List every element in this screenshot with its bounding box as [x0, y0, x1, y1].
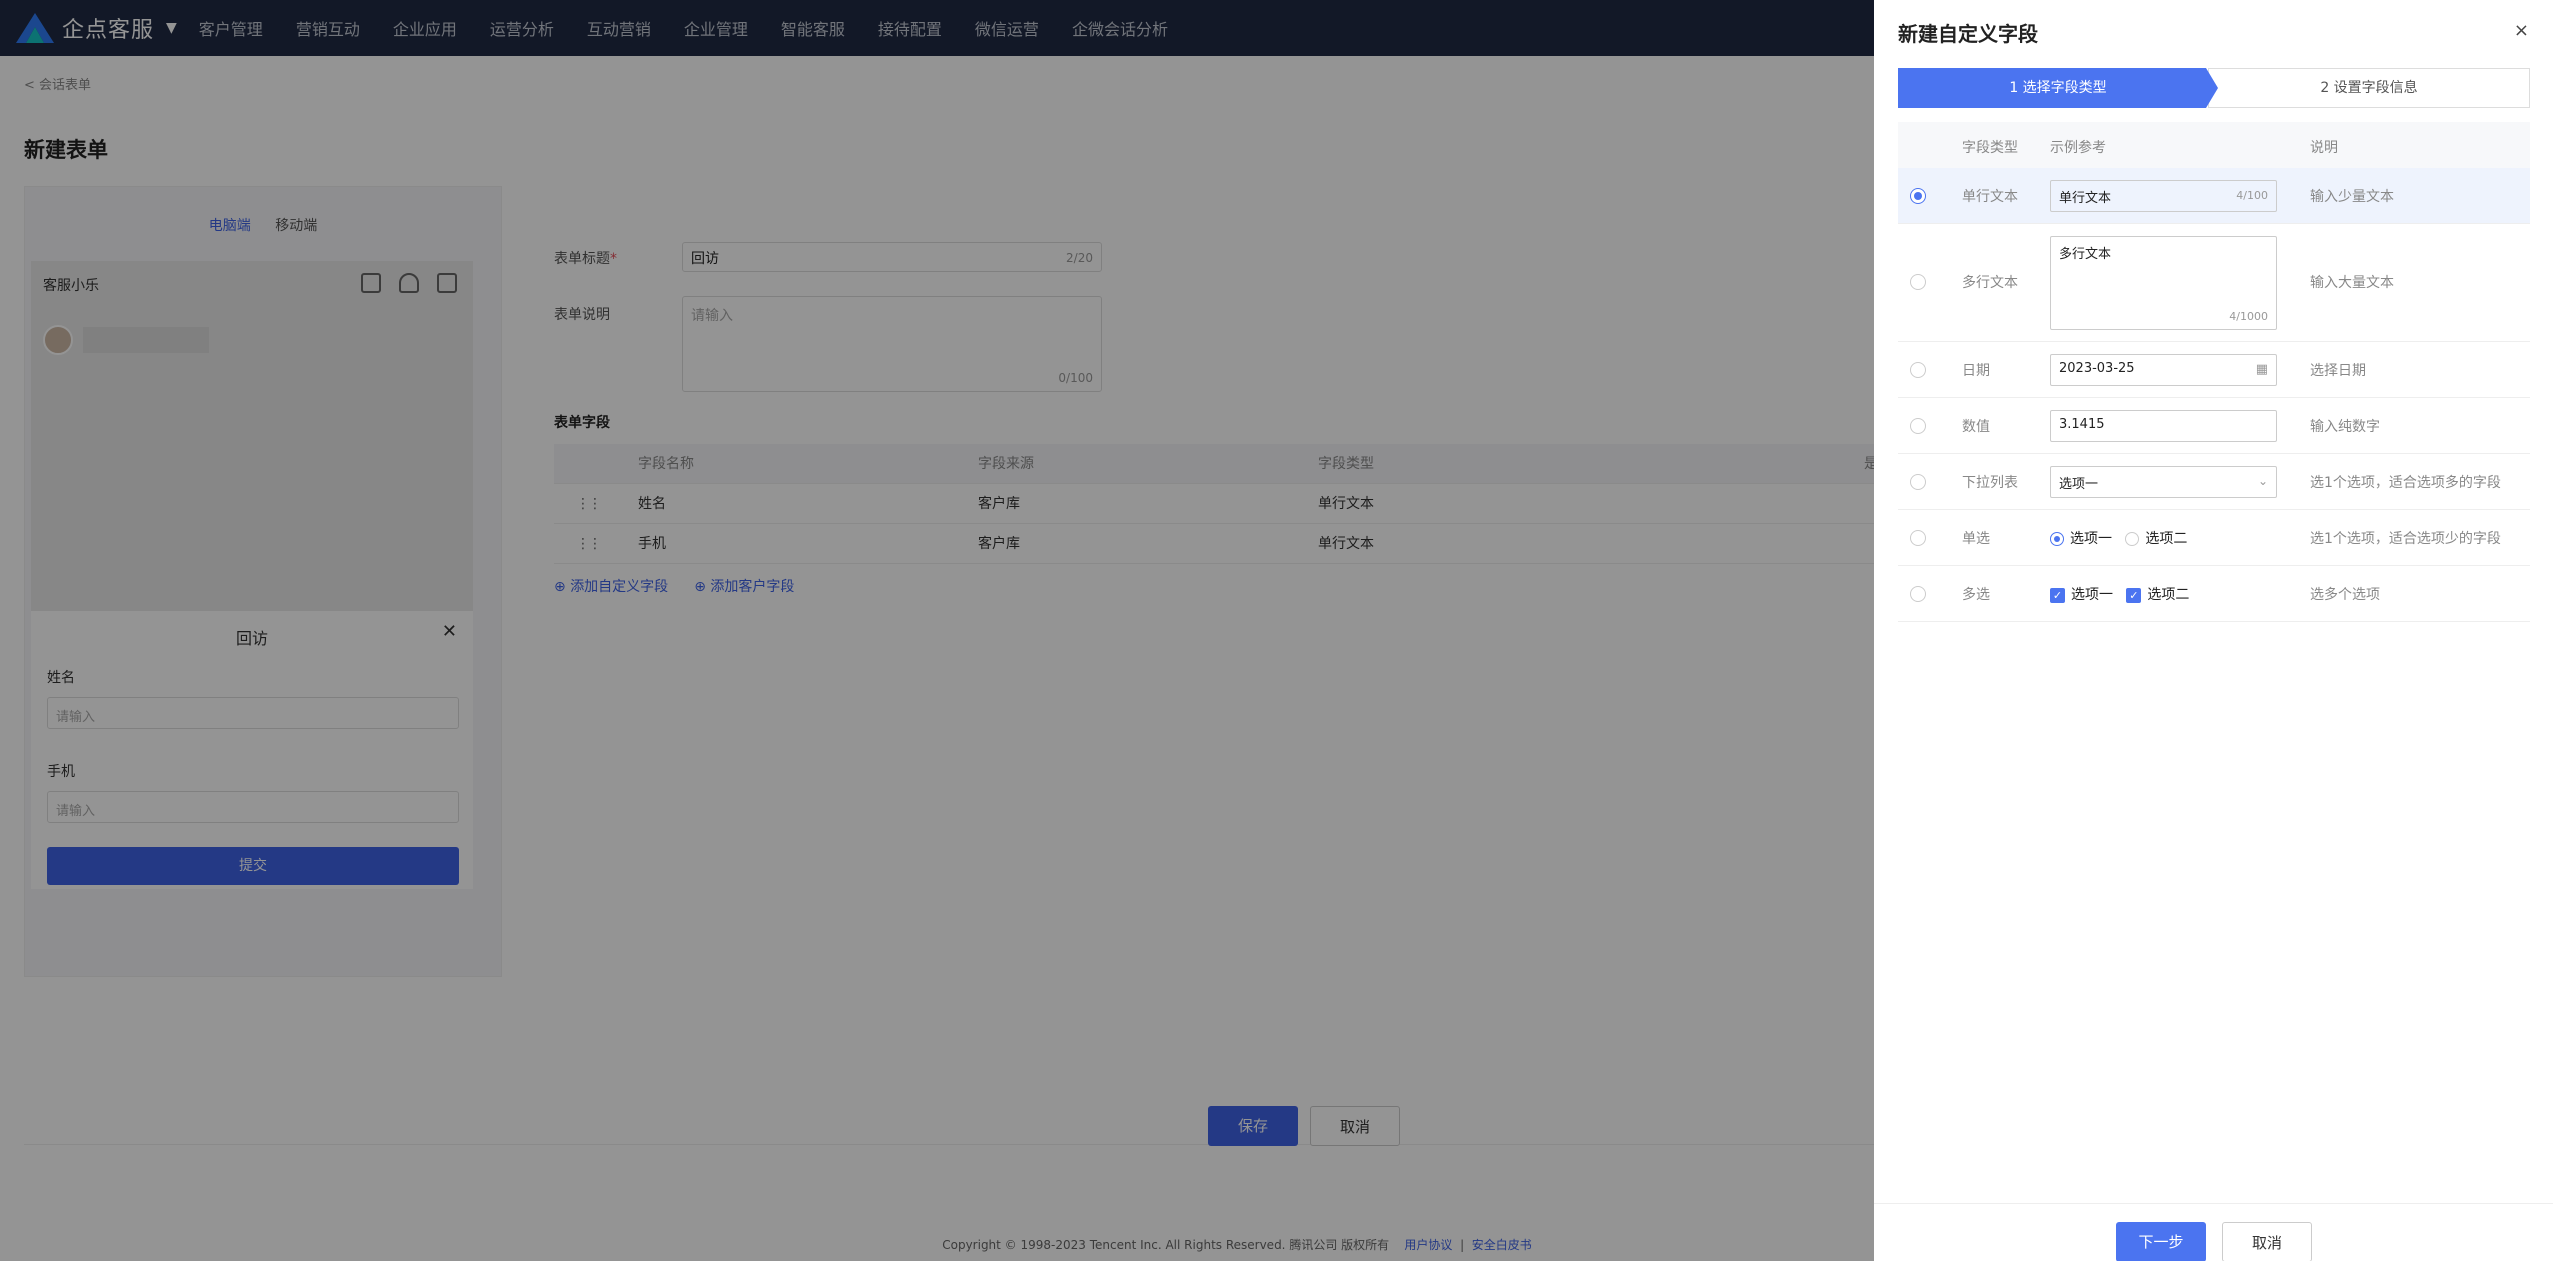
drawer-footer: 下一步 取消	[1874, 1203, 2553, 1261]
type-radio[interactable]	[1910, 274, 1926, 290]
example-single-line-input: 单行文本 4/100	[2050, 180, 2277, 212]
col-header: 字段类型	[1962, 140, 2018, 156]
type-description: 输入少量文本	[2310, 189, 2394, 205]
radio-unselected-icon	[2125, 532, 2140, 546]
type-description: 输入大量文本	[2310, 275, 2394, 291]
type-name: 单行文本	[1962, 189, 2018, 205]
radio-selected-icon	[2050, 532, 2064, 546]
table-header: 字段类型 示例参考 说明	[1898, 122, 2530, 168]
table-row[interactable]: 多选 ✓ 选项一 ✓ 选项二 选多个选项	[1898, 566, 2530, 622]
type-radio[interactable]	[1910, 586, 1926, 602]
char-count: 4/100	[2236, 189, 2268, 202]
char-count: 4/1000	[2229, 310, 2268, 323]
example-number-input: 3.1415	[2050, 410, 2277, 442]
type-radio[interactable]	[1910, 418, 1926, 434]
type-radio[interactable]	[1910, 362, 1926, 378]
type-radio[interactable]	[1910, 474, 1926, 490]
drawer-cancel-button[interactable]: 取消	[2222, 1222, 2312, 1261]
drawer-title: 新建自定义字段	[1898, 22, 2038, 46]
example-dropdown: 选项一 ⌄	[2050, 466, 2277, 498]
type-radio[interactable]	[1910, 530, 1926, 546]
steps: 1 选择字段类型 2 设置字段信息	[1898, 68, 2530, 108]
type-description: 选择日期	[2310, 363, 2366, 379]
calendar-icon: ▦	[2255, 362, 2268, 377]
type-name: 日期	[1962, 363, 1990, 379]
next-step-button[interactable]: 下一步	[2116, 1222, 2206, 1261]
example-multi-line-textarea: 多行文本 4/1000	[2050, 236, 2277, 330]
type-name: 多行文本	[1962, 275, 2018, 291]
step-select-type: 1 选择字段类型	[1898, 68, 2218, 108]
example-radio-group: 选项一 选项二	[2050, 528, 2187, 548]
type-name: 单选	[1962, 531, 1990, 547]
example-date-picker: 2023-03-25 ▦	[2050, 354, 2277, 386]
table-row[interactable]: 多行文本 多行文本 4/1000 输入大量文本	[1898, 224, 2530, 342]
table-row[interactable]: 单行文本 单行文本 4/100 输入少量文本	[1898, 168, 2530, 224]
type-name: 下拉列表	[1962, 475, 2018, 491]
checkbox-checked-icon: ✓	[2126, 587, 2142, 603]
col-header: 示例参考	[2050, 140, 2106, 156]
table-row[interactable]: 日期 2023-03-25 ▦ 选择日期	[1898, 342, 2530, 398]
example-checkbox-group: ✓ 选项一 ✓ 选项二	[2050, 584, 2189, 604]
type-description: 选多个选项	[2310, 587, 2380, 603]
modal-overlay[interactable]	[0, 0, 1874, 1261]
type-radio[interactable]	[1910, 188, 1926, 204]
col-header: 说明	[2310, 140, 2338, 156]
table-row[interactable]: 下拉列表 选项一 ⌄ 选1个选项，适合选项多的字段	[1898, 454, 2530, 510]
step-field-info: 2 设置字段信息	[2208, 68, 2530, 108]
type-name: 多选	[1962, 587, 1990, 603]
field-type-table: 字段类型 示例参考 说明 单行文本 单行文本 4/100 输入少量文本 多行文本…	[1898, 122, 2530, 622]
type-description: 选1个选项，适合选项少的字段	[2310, 531, 2501, 547]
type-description: 选1个选项，适合选项多的字段	[2310, 475, 2501, 491]
type-description: 输入纯数字	[2310, 419, 2380, 435]
type-name: 数值	[1962, 419, 1990, 435]
checkbox-checked-icon: ✓	[2050, 587, 2065, 603]
chevron-down-icon: ⌄	[2257, 474, 2268, 488]
close-icon[interactable]: ×	[2514, 20, 2529, 41]
table-row[interactable]: 数值 3.1415 输入纯数字	[1898, 398, 2530, 454]
table-row[interactable]: 单选 选项一 选项二 选1个选项，适合选项少的字段	[1898, 510, 2530, 566]
custom-field-drawer: 新建自定义字段 × 1 选择字段类型 2 设置字段信息 字段类型 示例参考 说明…	[1874, 0, 2553, 1261]
